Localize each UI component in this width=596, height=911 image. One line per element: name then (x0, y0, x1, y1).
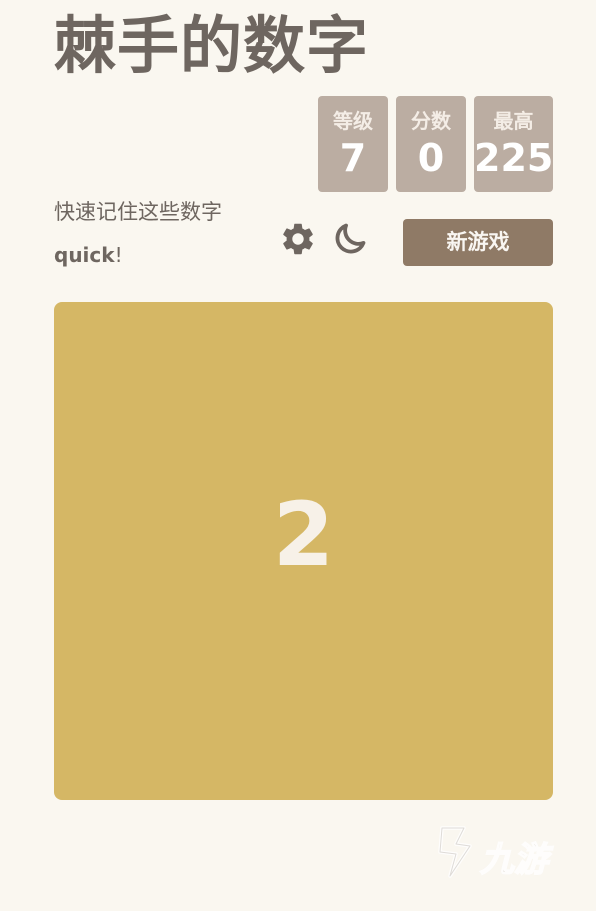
level-box: 等级 7 (318, 96, 388, 192)
score-value: 0 (417, 136, 445, 180)
new-game-button[interactable]: 新游戏 (403, 219, 553, 266)
watermark-text: 九游 (479, 839, 549, 881)
intro-subtext: quick! (54, 240, 123, 270)
intro-text: 快速记住这些数字 (54, 200, 222, 224)
best-score-box: 最高 225 (474, 96, 553, 192)
leaf-logo-icon (438, 826, 472, 878)
theme-toggle-button[interactable] (331, 220, 369, 258)
settings-button[interactable] (279, 220, 317, 258)
moon-icon (335, 223, 366, 254)
score-label: 分数 (411, 109, 451, 133)
intro-exclaim: ! (114, 243, 123, 267)
watermark-logo: 九游 (434, 822, 560, 881)
game-board[interactable]: 2 (54, 302, 553, 800)
best-label: 最高 (493, 109, 534, 133)
page-title: 棘手的数字 (54, 9, 370, 82)
intro-bold: quick (54, 243, 115, 267)
level-label: 等级 (333, 109, 373, 133)
best-value: 225 (474, 136, 553, 180)
tile-number: 2 (272, 483, 335, 586)
gear-icon (283, 223, 313, 255)
score-box: 分数 0 (396, 96, 466, 192)
level-value: 7 (339, 136, 367, 180)
